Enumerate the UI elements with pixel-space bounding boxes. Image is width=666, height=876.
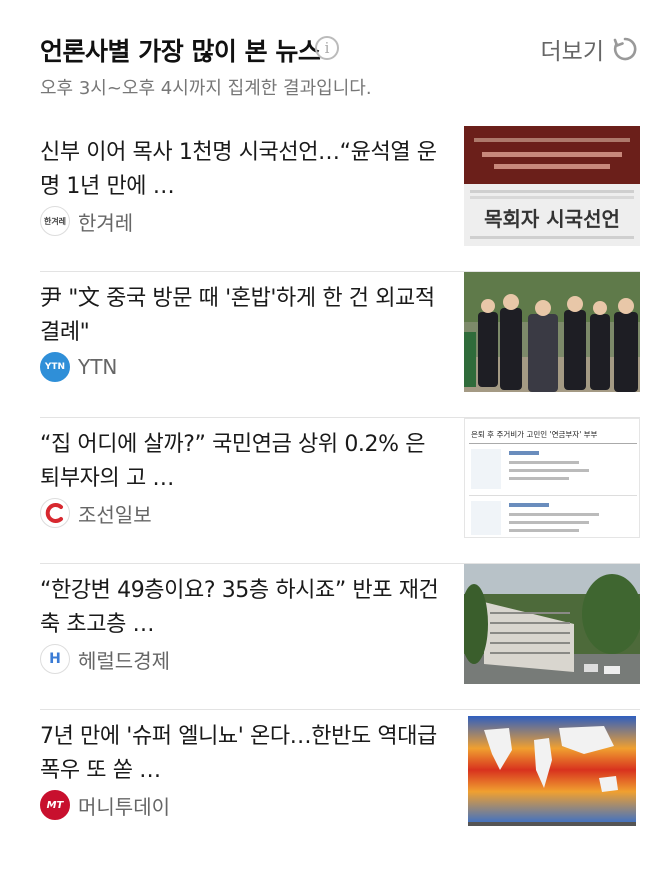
news-source[interactable]: MT 머니투데이 [40, 790, 170, 820]
source-name: 헤럴드경제 [78, 648, 170, 673]
panel-title: 언론사별 가장 많이 본 뉴스 [40, 37, 321, 66]
ytn-logo-icon: YTN [40, 352, 70, 382]
news-headline[interactable]: “한강변 49층이요? 35층 하시죠” 반포 재건축 초고층 … [40, 574, 440, 642]
news-thumbnail[interactable]: 목회자 시국선언 [464, 126, 640, 246]
more-button[interactable]: 더보기 [541, 32, 638, 66]
mt-logo-icon: MT [40, 790, 70, 820]
news-headline[interactable]: 尹 "文 중국 방문 때 '혼밥'하게 한 건 외교적 결례" [40, 282, 440, 350]
svg-text:은퇴 후 주거비가 고민인 '연금부자' 부부: 은퇴 후 주거비가 고민인 '연금부자' 부부 [471, 429, 598, 439]
source-name: 한겨레 [78, 210, 134, 235]
svg-text:목회자 시국선언: 목회자 시국선언 [484, 207, 620, 231]
source-name: YTN [78, 355, 118, 379]
news-thumbnail[interactable] [464, 272, 640, 392]
news-headline[interactable]: 신부 이어 목사 1천명 시국선언…“윤석열 운명 1년 만에 … [40, 136, 440, 204]
news-item[interactable]: “한강변 49층이요? 35층 하시죠” 반포 재건축 초고층 … H 헤럴드경… [40, 564, 640, 710]
news-item[interactable]: 尹 "文 중국 방문 때 '혼밥'하게 한 건 외교적 결례" YTN YTN [40, 272, 640, 418]
news-headline[interactable]: 7년 만에 '슈퍼 엘니뇨' 온다…한반도 역대급 폭우 또 쏟 … [40, 720, 440, 788]
news-item[interactable]: 신부 이어 목사 1천명 시국선언…“윤석열 운명 1년 만에 … 한겨레 한겨… [40, 126, 640, 272]
news-thumbnail[interactable]: 은퇴 후 주거비가 고민인 '연금부자' 부부 [464, 418, 640, 538]
news-source[interactable]: YTN YTN [40, 352, 117, 382]
refresh-icon[interactable] [612, 36, 638, 62]
panel-header: 언론사별 가장 많이 본 뉴스 i 더보기 [40, 30, 640, 70]
hankyoreh-logo-icon: 한겨레 [40, 206, 70, 236]
herald-logo-icon: H [40, 644, 70, 674]
news-thumbnail[interactable] [464, 564, 640, 684]
chosun-logo-icon [40, 498, 70, 528]
news-source[interactable]: 조선일보 [40, 498, 152, 528]
news-item[interactable]: “집 어디에 살까?” 국민연금 상위 0.2% 은퇴부자의 고 … 조선일보 … [40, 418, 640, 564]
info-icon[interactable]: i [315, 36, 339, 60]
news-item[interactable]: 7년 만에 '슈퍼 엘니뇨' 온다…한반도 역대급 폭우 또 쏟 … MT 머니… [40, 710, 640, 856]
news-source[interactable]: H 헤럴드경제 [40, 644, 170, 674]
news-ranking-panel: 언론사별 가장 많이 본 뉴스 i 더보기 오후 3시~오후 4시까지 집계한 … [0, 0, 666, 876]
news-headline[interactable]: “집 어디에 살까?” 국민연금 상위 0.2% 은퇴부자의 고 … [40, 428, 440, 496]
source-name: 조선일보 [78, 502, 152, 527]
news-thumbnail[interactable] [464, 710, 640, 830]
news-source[interactable]: 한겨레 한겨레 [40, 206, 133, 236]
more-label: 더보기 [540, 39, 604, 65]
source-name: 머니투데이 [78, 794, 170, 819]
panel-subtitle: 오후 3시~오후 4시까지 집계한 결과입니다. [40, 78, 372, 99]
